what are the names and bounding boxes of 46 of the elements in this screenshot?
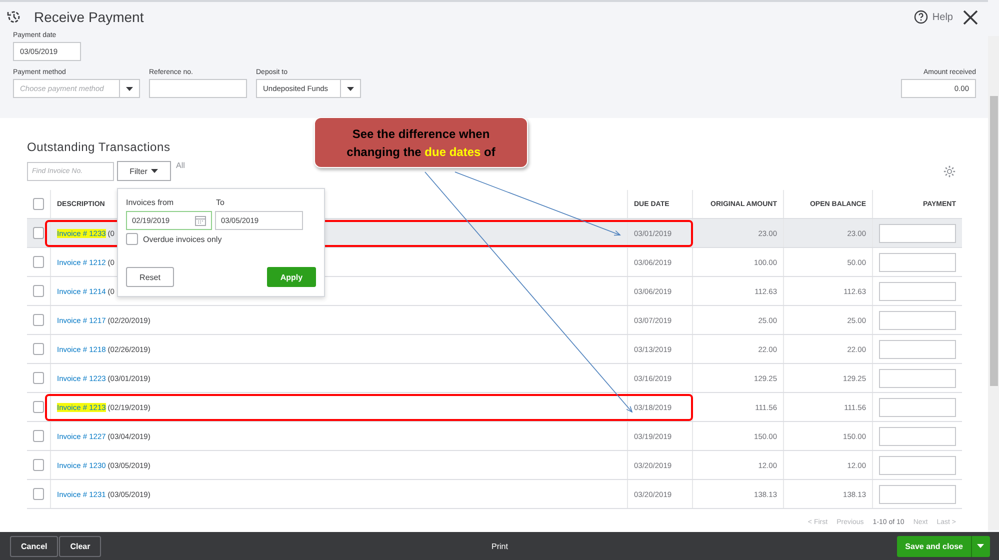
section-title: Outstanding Transactions bbox=[27, 140, 170, 154]
payment-field[interactable] bbox=[879, 456, 956, 474]
caret-icon bbox=[126, 86, 133, 90]
history-icon[interactable] bbox=[6, 9, 22, 25]
filter-value: All bbox=[176, 161, 185, 170]
checkbox[interactable] bbox=[33, 285, 44, 297]
payment-field[interactable] bbox=[879, 224, 956, 242]
callout-text: See the difference when changing the due dates of bbox=[346, 126, 496, 160]
page-title: Receive Payment bbox=[34, 9, 145, 25]
checkbox[interactable] bbox=[33, 314, 44, 326]
payment-field[interactable] bbox=[879, 484, 956, 504]
caret-icon bbox=[347, 86, 354, 90]
checkbox[interactable] bbox=[126, 233, 138, 245]
payment-field[interactable] bbox=[879, 310, 956, 330]
caret-icon bbox=[151, 169, 158, 173]
checkbox[interactable] bbox=[33, 343, 44, 355]
print-button[interactable]: Print bbox=[485, 540, 514, 552]
close-icon[interactable] bbox=[963, 10, 978, 24]
caret-icon bbox=[977, 544, 984, 548]
help-icon[interactable] bbox=[914, 10, 928, 24]
payment-field[interactable] bbox=[879, 282, 956, 300]
payment-field[interactable] bbox=[879, 398, 956, 416]
checkbox-label: Overdue invoices only bbox=[143, 234, 222, 244]
payment-field[interactable] bbox=[879, 252, 956, 272]
checkbox[interactable] bbox=[33, 401, 44, 413]
scrollbar[interactable] bbox=[988, 36, 999, 530]
checkbox[interactable] bbox=[33, 198, 44, 210]
checkbox[interactable] bbox=[33, 256, 44, 268]
payment-field[interactable] bbox=[879, 426, 956, 446]
checkbox[interactable] bbox=[33, 227, 44, 239]
field-label: Invoices from bbox=[126, 198, 175, 207]
payment-field[interactable] bbox=[879, 368, 956, 388]
help-link[interactable]: Help bbox=[932, 12, 953, 22]
cancel-button[interactable]: Cancel bbox=[10, 536, 58, 556]
clear-button[interactable]: Clear bbox=[59, 536, 102, 556]
reset-button[interactable]: Reset bbox=[126, 267, 174, 287]
payment-field[interactable] bbox=[879, 340, 956, 358]
reference-field[interactable] bbox=[149, 79, 247, 98]
checkbox[interactable] bbox=[33, 459, 44, 471]
field-label: To bbox=[216, 198, 224, 207]
checkbox[interactable] bbox=[33, 430, 44, 442]
checkbox[interactable] bbox=[33, 372, 44, 384]
calendar-icon[interactable] bbox=[195, 215, 206, 226]
settings-icon[interactable] bbox=[943, 164, 956, 178]
filter-button[interactable]: Filter bbox=[117, 161, 171, 181]
checkbox[interactable] bbox=[33, 488, 44, 500]
